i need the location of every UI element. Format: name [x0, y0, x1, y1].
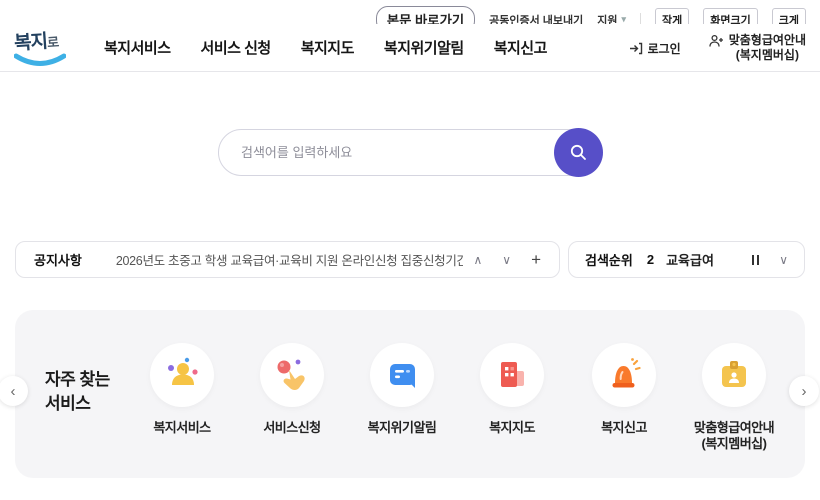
ranking-expand-button chevron-down-icon[interactable]: ∨ — [779, 254, 788, 266]
nav-welfare-services[interactable]: 복지서비스 — [104, 37, 171, 58]
person-icon — [162, 355, 202, 395]
notice-prev-button chevron-up-icon[interactable]: ∧ — [473, 254, 482, 266]
building-map-icon — [492, 355, 532, 395]
header-right: 로그인 맞춤형급여안내 (복지멤버십) — [629, 24, 806, 72]
notice-bar: 공지사항 2026년도 초중고 학생 교육급여·교육비 지원 온라인신청 집중신… — [15, 241, 560, 278]
search-bar — [218, 129, 602, 176]
service-item-crisis-alert[interactable]: 복지위기알림 — [342, 343, 462, 436]
search-input[interactable] — [241, 145, 521, 160]
service-label: 복지지도 — [489, 420, 535, 436]
ranking-pause-button pause-icon[interactable] — [752, 255, 759, 265]
ranking-label: 검색순위 — [585, 250, 633, 269]
notice-more-button plus-icon[interactable]: + — [531, 251, 541, 268]
service-item-welfare-services[interactable]: 복지서비스 — [122, 343, 242, 436]
nav-welfare-report[interactable]: 복지신고 — [494, 37, 547, 58]
service-icon-circle — [592, 343, 656, 407]
login-icon — [629, 42, 643, 55]
logo-text: 복지로 — [13, 25, 59, 55]
frequent-services-card: 자주 찾는 서비스 복지서비스 — [15, 310, 805, 478]
hand-click-icon — [272, 355, 312, 395]
notice-title-link[interactable]: 2026년도 초중고 학생 교육급여·교육비 지원 온라인신청 집중신청기간 안… — [116, 250, 464, 269]
bokjiro-home-page: 본문 바로가기 공동인증서 내보내기 지원 ▾ 작게 화면크기 크게 복지로 복… — [0, 0, 820, 500]
service-item-service-apply[interactable]: 서비스신청 — [232, 343, 352, 436]
service-icon-circle — [480, 343, 544, 407]
siren-icon — [604, 355, 644, 395]
bokjiro-logo[interactable]: 복지로 — [14, 27, 76, 69]
carousel-prev-button chevron-left-icon[interactable]: ‹ — [0, 376, 28, 406]
main-header: 복지로 복지서비스 서비스 신청 복지지도 복지위기알림 복지신고 로그인 — [0, 24, 820, 72]
main-nav: 복지서비스 서비스 신청 복지지도 복지위기알림 복지신고 — [104, 37, 547, 58]
clipboard-person-icon — [714, 355, 754, 395]
nav-welfare-map[interactable]: 복지지도 — [301, 37, 354, 58]
logo-smile-icon — [14, 53, 66, 69]
nav-service-apply[interactable]: 서비스 신청 — [201, 37, 271, 58]
service-icon-circle — [702, 343, 766, 407]
service-label: 서비스신청 — [263, 420, 320, 436]
ranking-term-link[interactable]: 교육급여 — [666, 250, 752, 269]
membership-guide-button[interactable]: 맞춤형급여안내 (복지멤버십) — [709, 33, 806, 63]
ranking-number: 2 — [647, 252, 654, 267]
service-label: 복지신고 — [601, 420, 647, 436]
service-label: 복지위기알림 — [368, 420, 437, 436]
nav-crisis-alert[interactable]: 복지위기알림 — [384, 37, 464, 58]
service-label: 맞춤형급여안내 (복지멤버십) — [694, 420, 774, 453]
service-label: 복지서비스 — [153, 420, 210, 436]
notice-controls: ∧ ∨ + — [473, 251, 541, 268]
chat-bubble-icon — [382, 355, 422, 395]
notice-label[interactable]: 공지사항 — [34, 250, 82, 269]
service-icon-circle — [150, 343, 214, 407]
membership-label: 맞춤형급여안내 (복지멤버십) — [729, 33, 806, 63]
service-item-membership-guide[interactable]: 맞춤형급여안내 (복지멤버십) — [674, 343, 794, 453]
search-field-container — [218, 129, 602, 176]
service-item-welfare-report[interactable]: 복지신고 — [564, 343, 684, 436]
search-ranking-bar: 검색순위 2 교육급여 ∨ — [568, 241, 805, 278]
login-button[interactable]: 로그인 — [629, 40, 681, 57]
service-item-welfare-map[interactable]: 복지지도 — [452, 343, 572, 436]
search-icon — [569, 143, 588, 162]
person-plus-icon — [709, 34, 724, 48]
service-icon-circle — [370, 343, 434, 407]
login-label: 로그인 — [648, 40, 681, 57]
service-icon-circle — [260, 343, 324, 407]
frequent-services-title: 자주 찾는 서비스 — [45, 368, 110, 416]
carousel-next-button chevron-right-icon[interactable]: › — [789, 376, 819, 406]
notice-next-button chevron-down-icon[interactable]: ∨ — [502, 254, 511, 266]
search-button[interactable] — [554, 128, 603, 177]
